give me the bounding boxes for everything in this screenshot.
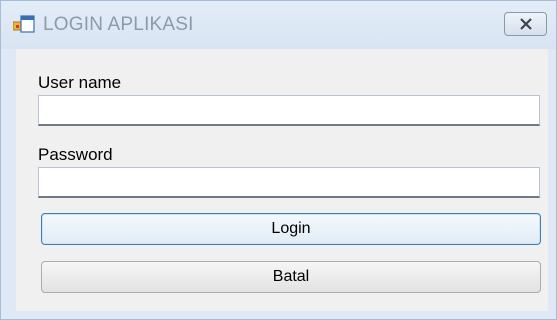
title-bar[interactable]: LOGIN APLIKASI [1,1,556,49]
login-window: LOGIN APLIKASI User name Password Login … [0,0,557,320]
username-label: User name [38,73,122,92]
password-input[interactable] [38,167,540,198]
app-window-icon [12,15,35,35]
close-icon [520,18,532,30]
window-title: LOGIN APLIKASI [43,14,194,35]
password-label: Password [38,145,113,164]
form-area: User name Password Login Batal [16,49,548,311]
cancel-button[interactable]: Batal [41,261,541,293]
login-button[interactable]: Login [41,213,541,245]
username-input[interactable] [38,95,540,126]
close-button[interactable] [504,12,547,36]
